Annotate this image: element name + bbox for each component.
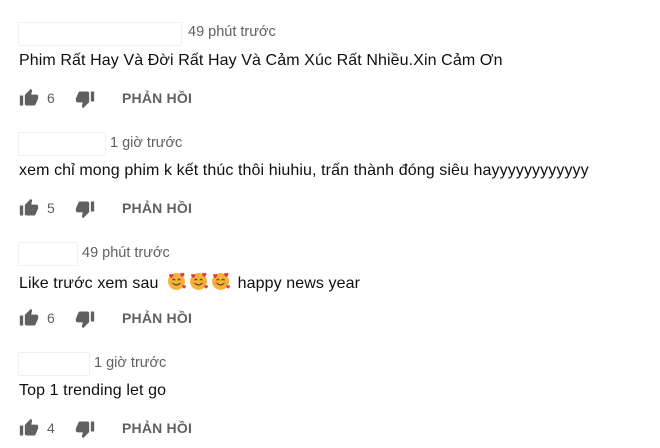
comment-thread: 1 giờ trước Top 1 trending let go 4 PHẢN… (0, 338, 660, 448)
comment-actions: 4 PHẢN HỒI (19, 416, 319, 439)
comment-actions: 6 PHẢN HỒI (19, 306, 319, 329)
comment-timestamp[interactable]: 1 giờ trước (94, 355, 166, 371)
reply-button[interactable]: PHẢN HỒI (122, 310, 192, 326)
comment-text: Top 1 trending let go (19, 382, 167, 399)
comment-timestamp[interactable]: 49 phút trước (82, 245, 170, 261)
smiling-face-with-hearts-emoji (190, 272, 209, 290)
comment-text: Like trước xem sau happy news year (19, 272, 360, 293)
comment-thread: 1 giờ trước xem chỉ mong phim k kết thúc… (0, 118, 660, 228)
comment-text-after-emoji: happy news year (237, 275, 361, 292)
comment-text: Phim Rất Hay Và Đời Rất Hay Và Cảm Xúc R… (19, 52, 503, 69)
reply-button[interactable]: PHẢN HỒI (122, 420, 192, 436)
like-count: 6 (47, 310, 55, 326)
thumbs-down-icon[interactable] (75, 419, 95, 439)
smiling-face-with-hearts-emoji (168, 272, 187, 290)
comment-text-before-emoji: Like trước xem sau (19, 275, 159, 292)
author-name-redacted[interactable] (18, 352, 90, 376)
author-name-redacted[interactable] (18, 132, 106, 156)
reply-button[interactable]: PHẢN HỒI (122, 200, 192, 216)
author-name-redacted[interactable] (18, 22, 182, 46)
comment-timestamp[interactable]: 49 phút trước (188, 24, 276, 40)
thumbs-up-icon[interactable] (19, 308, 39, 328)
author-name-redacted[interactable] (18, 242, 78, 266)
thumbs-down-icon[interactable] (75, 309, 95, 329)
smiling-face-with-hearts-emoji (212, 272, 231, 290)
like-count: 6 (47, 90, 55, 106)
thumbs-down-icon[interactable] (75, 199, 95, 219)
like-count: 4 (47, 420, 55, 436)
comment-actions: 6 PHẢN HỒI (19, 86, 319, 109)
comment-text: xem chỉ mong phim k kết thúc thôi hiuhiu… (19, 162, 589, 179)
comment-thread: 49 phút trước Like trước xem sau happy n… (0, 228, 660, 338)
thumbs-down-icon[interactable] (75, 89, 95, 109)
like-count: 5 (47, 200, 55, 216)
emoji-group (167, 272, 233, 292)
comment-timestamp[interactable]: 1 giờ trước (110, 135, 182, 151)
reply-button[interactable]: PHẢN HỒI (122, 90, 192, 106)
thumbs-up-icon[interactable] (19, 88, 39, 108)
thumbs-up-icon[interactable] (19, 418, 39, 438)
comment-actions: 5 PHẢN HỒI (19, 196, 319, 219)
comment-thread: 49 phút trước Phim Rất Hay Và Đời Rất Ha… (0, 8, 660, 118)
thumbs-up-icon[interactable] (19, 198, 39, 218)
